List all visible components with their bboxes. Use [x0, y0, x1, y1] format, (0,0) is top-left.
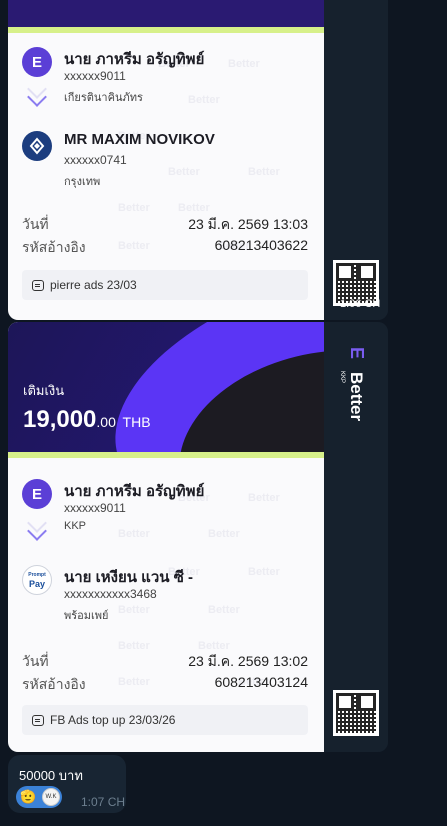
- receiver-info: MR MAXIM NOVIKOV xxxxxx0741 กรุงเทพ: [22, 131, 314, 188]
- sender-name: นาย ภาหรีม อรัญทิพย์: [64, 51, 205, 68]
- sender-name: นาย ภาหรีม อรัญทิพย์: [64, 483, 205, 500]
- receipt-side-panel: 1:06 CH: [324, 0, 388, 320]
- memo-box: FB Ads top up 23/03/26: [22, 705, 308, 735]
- reference-label: รหัสอ้างอิง: [22, 239, 86, 255]
- receiver-info: Prompt Pay นาย เหงียน แวน ซี - xxxxxxxxx…: [22, 565, 314, 622]
- memo-box: pierre ads 23/03: [22, 270, 308, 300]
- kkp-bank-icon: E: [22, 479, 52, 509]
- brand-sub: KKP: [339, 370, 346, 384]
- sender-bank: KKP: [64, 520, 87, 532]
- message-time: 1:07 CH: [81, 795, 126, 809]
- receiver-account: xxxxxx0741: [64, 153, 127, 167]
- receipt-header: [8, 0, 324, 33]
- receiver-bank: พร้อมเพย์: [64, 610, 109, 622]
- transfer-arrow-icon: [27, 513, 48, 548]
- receiver-name: MR MAXIM NOVIKOV: [64, 131, 215, 148]
- sender-bank: เกียรตินาคินภัทร: [64, 92, 143, 104]
- sender-info: E นาย ภาหรีม อรัญทิพย์ xxxxxx9011 KKP: [22, 479, 314, 532]
- date-row: วันที่ 23 มี.ค. 2569 13:02: [22, 651, 308, 673]
- reactor-avatar: W.K: [42, 788, 60, 806]
- promptpay-icon: Prompt Pay: [22, 565, 52, 595]
- reference-row: รหัสอ้างอิง 608213403124: [22, 674, 308, 696]
- memo-text: pierre ads 23/03: [50, 278, 137, 292]
- better-logo-icon: E: [347, 346, 367, 359]
- transfer-receipt-1[interactable]: Better Better Better Better Better Bette…: [8, 0, 324, 320]
- brand-name: Better: [347, 372, 366, 422]
- topup-label: เติมเงิน: [23, 383, 65, 398]
- message-time: 1:06 CH: [340, 298, 381, 310]
- transfer-receipt-2[interactable]: เติมเงิน 19,000.00 THB Better Better Bet…: [8, 322, 324, 752]
- kkp-bank-icon: E: [22, 47, 52, 77]
- reference-label: รหัสอ้างอิง: [22, 676, 86, 692]
- amount-decimal: .00: [96, 414, 116, 430]
- salute-emoji-icon: 🫡: [20, 789, 37, 804]
- date-label: วันที่: [22, 216, 49, 232]
- amount-integer: 19,000: [23, 406, 97, 433]
- message-text: 50000 บาท: [19, 768, 83, 783]
- date-label: วันที่: [22, 653, 49, 669]
- accent-stripe: [8, 452, 324, 458]
- transfer-arrow-icon: [27, 79, 48, 114]
- bangkok-bank-icon: [22, 131, 52, 161]
- sender-info: E นาย ภาหรีม อรัญทิพย์ xxxxxx9011 เกียรต…: [22, 47, 314, 104]
- accent-stripe: [8, 27, 324, 33]
- receipt-message-1[interactable]: Better Better Better Better Better Bette…: [8, 0, 388, 320]
- date-row: วันที่ 23 มี.ค. 2569 13:03: [22, 214, 308, 236]
- sender-account: xxxxxx9011: [64, 69, 126, 83]
- qr-code[interactable]: [333, 690, 379, 736]
- receiver-bank: กรุงเทพ: [64, 176, 101, 188]
- receipt-header: เติมเงิน 19,000.00 THB: [8, 322, 324, 458]
- reference-row: รหัสอ้างอิง 608213403622: [22, 237, 308, 259]
- text-message[interactable]: 50000 บาท 🫡 W.K 1:07 CH: [8, 755, 126, 813]
- receiver-account: xxxxxxxxxxx3468: [64, 587, 157, 601]
- reaction-chip[interactable]: 🫡 W.K: [16, 786, 62, 808]
- amount: 19,000.00 THB: [23, 406, 151, 434]
- note-icon: [32, 714, 44, 726]
- sender-account: xxxxxx9011: [64, 501, 126, 515]
- memo-text: FB Ads top up 23/03/26: [50, 713, 176, 727]
- reference-value: 608213403622: [214, 237, 308, 253]
- amount-currency: THB: [122, 414, 151, 430]
- receiver-name: นาย เหงียน แวน ซี -: [64, 569, 194, 586]
- date-value: 23 มี.ค. 2569 13:03: [188, 216, 308, 232]
- date-value: 23 มี.ค. 2569 13:02: [188, 653, 308, 669]
- reference-value: 608213403124: [214, 674, 308, 690]
- receipt-side-panel: E KKP Better: [324, 322, 388, 752]
- receipt-message-2[interactable]: เติมเงิน 19,000.00 THB Better Better Bet…: [8, 322, 388, 752]
- better-brand-logo: E KKP Better: [339, 344, 370, 434]
- note-icon: [32, 279, 44, 291]
